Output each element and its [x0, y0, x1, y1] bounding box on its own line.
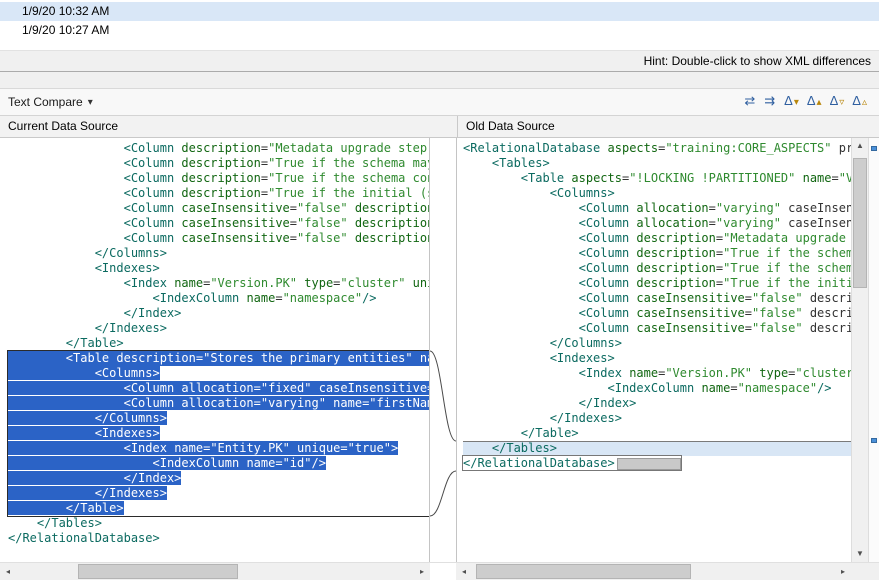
code-line[interactable]: <Column description="Metadata upgrade st…	[463, 231, 851, 246]
code-line[interactable]: <Column description="Metadata upgrade st…	[8, 141, 429, 156]
code-line[interactable]: </Columns>	[463, 336, 851, 351]
code-line[interactable]: <Column allocation="fixed" caseInsensiti…	[8, 381, 429, 396]
code-line[interactable]: <Index name="Entity.PK" unique="true">	[8, 441, 429, 456]
left-horizontal-scrollbar[interactable]: ◂ ▸	[0, 563, 430, 580]
left-pane-title: Current Data Source	[0, 116, 457, 137]
compare-editor-window: 1/9/20 10:32 AM1/9/20 10:27 AM Hint: Dou…	[0, 0, 879, 584]
code-line[interactable]: </Indexes>	[8, 486, 429, 501]
code-line[interactable]: <Column description="True if the schema …	[8, 156, 429, 171]
code-line[interactable]: <Column description="True if the schema …	[463, 261, 851, 276]
right-horizontal-scrollbar[interactable]: ◂ ▸	[456, 563, 851, 580]
code-line[interactable]: <Indexes>	[8, 426, 429, 441]
previous-change-icon[interactable]: Δ▵	[852, 92, 867, 112]
code-line[interactable]: <Column allocation="varying" caseInsensi…	[463, 201, 851, 216]
code-line[interactable]: <Column description="True if the initial…	[463, 276, 851, 291]
section-sash[interactable]	[0, 72, 879, 88]
diff-connector	[430, 138, 456, 562]
code-line[interactable]: </Table>	[463, 426, 851, 441]
code-line[interactable]: <Indexes>	[8, 261, 429, 276]
code-line[interactable]: </Index>	[463, 396, 851, 411]
code-line[interactable]: <Table aspects="!LOCKING !PARTITIONED" n…	[463, 171, 851, 186]
overview-diff-marker[interactable]	[871, 146, 877, 151]
code-line[interactable]: <Column caseInsensitive="false" descript…	[8, 216, 429, 231]
left-code-pane[interactable]: <Column description="Metadata upgrade st…	[0, 138, 430, 562]
code-line[interactable]: </Index>	[8, 471, 429, 486]
vertical-scrollbar[interactable]: ▲ ▼	[851, 138, 868, 562]
code-line[interactable]: <Column caseInsensitive="false" descript…	[463, 306, 851, 321]
scroll-down-arrow-icon[interactable]: ▼	[852, 546, 868, 562]
compare-toolbar: Text Compare ▾ ⇄ ⇉ Δ▾ Δ▴ Δ▿ Δ▵	[0, 88, 879, 116]
code-line[interactable]: </Indexes>	[8, 321, 429, 336]
code-line[interactable]: <Column description="True if the schema …	[8, 171, 429, 186]
code-line[interactable]: <Column caseInsensitive="false" descript…	[463, 321, 851, 336]
code-line[interactable]: </Columns>	[8, 411, 429, 426]
pane-headers: Current Data Source Old Data Source	[0, 116, 879, 138]
diff-insert-stub	[617, 458, 681, 470]
hint-bar: Hint: Double-click to show XML differenc…	[0, 50, 879, 72]
code-line[interactable]: <IndexColumn name="namespace"/>	[463, 381, 851, 396]
code-line[interactable]: <Column description="True if the initial…	[8, 186, 429, 201]
compare-content: <Column description="Metadata upgrade st…	[0, 138, 879, 562]
code-line[interactable]: </RelationalDatabase>	[8, 531, 429, 546]
right-pane-title: Old Data Source	[457, 116, 879, 137]
code-line[interactable]: <Tables>	[463, 156, 851, 171]
code-line[interactable]: </Index>	[8, 306, 429, 321]
diff-connector-gutter	[430, 138, 456, 562]
scrollbar-gap	[430, 563, 456, 580]
code-line[interactable]: <Column allocation="varying" name="first…	[8, 396, 429, 411]
code-line[interactable]: </Columns>	[8, 246, 429, 261]
overview-ruler[interactable]	[868, 138, 879, 562]
scroll-right-arrow-icon[interactable]: ▸	[414, 563, 430, 580]
right-code-pane[interactable]: <RelationalDatabase aspects="training:CO…	[456, 138, 851, 562]
code-line[interactable]: <Index name="Version.PK" type="cluster" …	[8, 276, 429, 291]
code-line[interactable]: <Column description="True if the schema …	[463, 246, 851, 261]
code-line[interactable]: <Table description="Stores the primary e…	[8, 351, 429, 366]
next-difference-icon[interactable]: Δ▾	[784, 92, 799, 112]
code-line[interactable]: </Tables>	[8, 516, 429, 531]
history-list: 1/9/20 10:32 AM1/9/20 10:27 AM	[0, 0, 879, 50]
code-line[interactable]: </Table>	[8, 501, 429, 516]
right-horizontal-scrollbar-thumb[interactable]	[476, 564, 691, 579]
compare-toolbar-icons: ⇄ ⇉ Δ▾ Δ▴ Δ▿ Δ▵	[744, 92, 871, 112]
overview-diff-marker[interactable]	[871, 438, 877, 443]
swap-left-right-icon[interactable]: ⇄	[744, 92, 756, 112]
copy-all-left-to-right-icon[interactable]: ⇉	[764, 92, 776, 112]
code-line[interactable]: <IndexColumn name="namespace"/>	[8, 291, 429, 306]
selected-diff-block: <Table description="Stores the primary e…	[8, 351, 429, 516]
code-line[interactable]: <Columns>	[463, 186, 851, 201]
history-row[interactable]: 1/9/20 10:27 AM	[0, 21, 879, 40]
code-line[interactable]: <RelationalDatabase aspects="training:CO…	[463, 141, 851, 156]
history-row[interactable]: 1/9/20 10:32 AM	[0, 2, 879, 21]
code-line[interactable]: </Tables>	[463, 441, 851, 456]
code-line[interactable]: </Indexes>	[463, 411, 851, 426]
chevron-down-icon: ▾	[88, 97, 93, 108]
next-change-icon[interactable]: Δ▿	[830, 92, 845, 112]
code-line[interactable]: <Column caseInsensitive="false" descript…	[463, 291, 851, 306]
bottom-scrollbars: ◂ ▸ ◂ ▸	[0, 562, 879, 580]
scroll-left-arrow-icon[interactable]: ◂	[456, 563, 472, 580]
scroll-left-arrow-icon[interactable]: ◂	[0, 563, 16, 580]
compare-mode-label: Text Compare	[8, 95, 83, 109]
code-line[interactable]: <Column allocation="varying" caseInsensi…	[463, 216, 851, 231]
code-line[interactable]: <IndexColumn name="id"/>	[8, 456, 429, 471]
code-line[interactable]: <Column caseInsensitive="false" descript…	[8, 201, 429, 216]
compare-mode-selector[interactable]: Text Compare ▾	[8, 95, 93, 109]
code-line[interactable]: <Column caseInsensitive="false" descript…	[8, 231, 429, 246]
vertical-scrollbar-thumb[interactable]	[853, 158, 867, 288]
code-line[interactable]: <Index name="Version.PK" type="cluster" …	[463, 366, 851, 381]
hint-text: Hint: Double-click to show XML differenc…	[644, 54, 871, 68]
scroll-right-arrow-icon[interactable]: ▸	[835, 563, 851, 580]
scrollbar-corner	[851, 563, 879, 580]
code-line[interactable]: <Columns>	[8, 366, 429, 381]
code-line[interactable]: <Indexes>	[463, 351, 851, 366]
code-line[interactable]: </Table>	[8, 336, 429, 351]
code-line[interactable]: </RelationalDatabase>	[463, 456, 851, 471]
scroll-up-arrow-icon[interactable]: ▲	[852, 138, 868, 154]
previous-difference-icon[interactable]: Δ▴	[807, 92, 822, 112]
left-horizontal-scrollbar-thumb[interactable]	[78, 564, 238, 579]
